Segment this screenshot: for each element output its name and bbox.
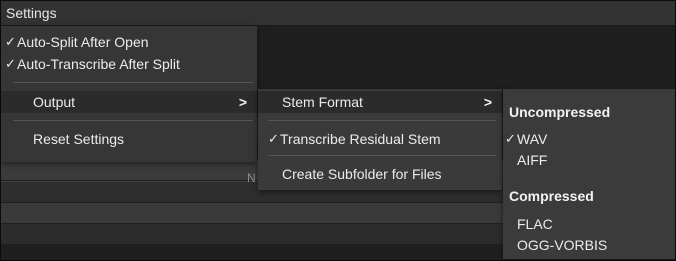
menu-item-label: Reset Settings — [33, 131, 125, 147]
chevron-right-icon: > — [483, 94, 492, 110]
menu-item-label: WAV — [517, 131, 548, 147]
menu-separator — [13, 82, 253, 83]
menu-separator — [13, 120, 253, 121]
menu-item-auto-transcribe[interactable]: ✓ Auto-Transcribe After Split — [1, 53, 257, 75]
menu-item-label: AIFF — [517, 152, 548, 168]
menu-item-label: Create Subfolder for Files — [282, 166, 442, 182]
menu-item-auto-split[interactable]: ✓ Auto-Split After Open — [1, 31, 257, 53]
menu-item-label: FLAC — [517, 216, 553, 232]
menu-item-label: Output — [33, 94, 76, 110]
menu-item-reset-settings[interactable]: Reset Settings — [1, 128, 257, 150]
menu-item-ogg-vorbis[interactable]: OGG-VORBIS — [503, 234, 675, 256]
menu-bar-settings[interactable]: Settings — [1, 5, 57, 21]
menu-item-label: Auto-Transcribe After Split — [17, 56, 180, 72]
section-heading-compressed: Compressed — [509, 188, 594, 204]
chevron-right-icon: > — [238, 94, 247, 110]
settings-menu: ✓ Auto-Split After Open ✓ Auto-Transcrib… — [1, 26, 257, 162]
menu-item-label: OGG-VORBIS — [517, 237, 608, 253]
check-icon: ✓ — [5, 34, 16, 49]
section-heading-uncompressed: Uncompressed — [509, 104, 611, 120]
menu-item-flac[interactable]: FLAC — [503, 213, 675, 235]
menu-item-transcribe-residual[interactable]: ✓ Transcribe Residual Stem — [258, 128, 502, 150]
stem-format-submenu: Uncompressed ✓ WAV AIFF Compressed FLAC … — [503, 89, 675, 259]
menu-item-output[interactable]: Output > — [1, 91, 257, 113]
menu-item-create-subfolder[interactable]: Create Subfolder for Files — [258, 163, 502, 185]
menu-item-label: Auto-Split After Open — [17, 34, 149, 50]
menu-item-aiff[interactable]: AIFF — [503, 149, 675, 171]
check-icon: ✓ — [505, 131, 516, 146]
menu-item-stem-format[interactable]: Stem Format > — [258, 91, 502, 113]
output-submenu: Stem Format > ✓ Transcribe Residual Stem… — [258, 89, 502, 190]
background-partial-text: N — [247, 171, 256, 185]
menu-separator — [268, 120, 496, 121]
menu-separator — [268, 155, 496, 156]
menu-bar: Settings — [1, 1, 675, 26]
menu-item-label: Transcribe Residual Stem — [280, 131, 441, 147]
check-icon: ✓ — [5, 56, 16, 71]
menu-item-label: Stem Format — [282, 94, 363, 110]
menu-item-wav[interactable]: ✓ WAV — [503, 128, 675, 150]
check-icon: ✓ — [268, 131, 279, 146]
